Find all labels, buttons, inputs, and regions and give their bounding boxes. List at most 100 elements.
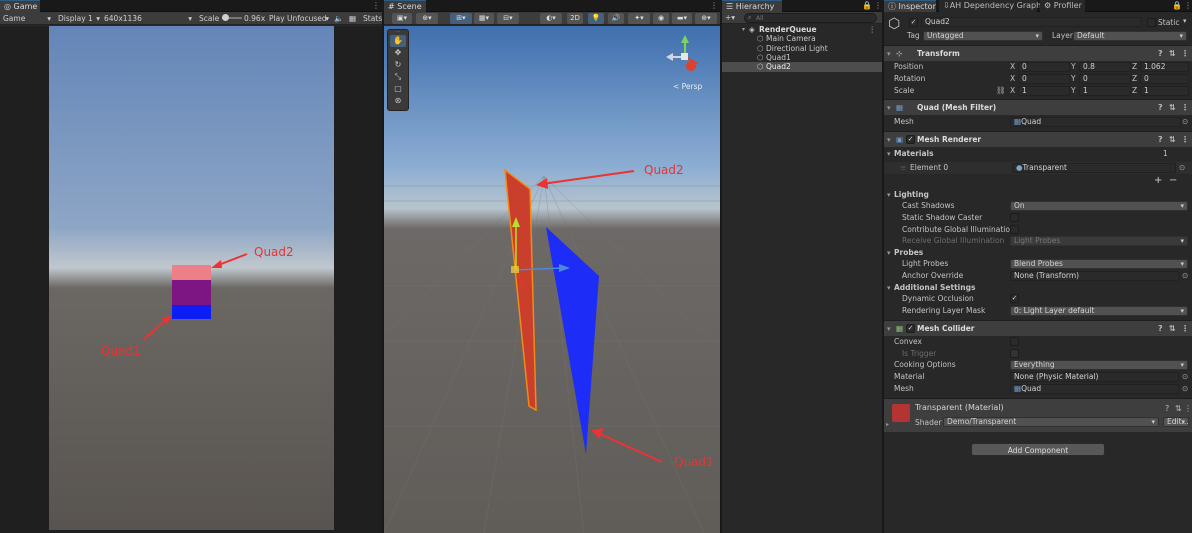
hierarchy-search-input[interactable] [756,14,866,22]
scene-viewport[interactable]: < Persp ⋯ ✋ ✥ ↻ ⤡ ▢ ⊛ Quad2 Quad1 [384,26,720,533]
increment-snap-button[interactable]: ⊟▾ [497,13,519,24]
hierarchy-item-directional-light[interactable]: ⬡ Directional Light [722,44,882,54]
mesh-collider-header[interactable]: ▾ ▦ ✓ Mesh Collider ? ⇅ ⋮ [884,320,1192,336]
lighting-toggle-icon[interactable]: 💡 [588,13,604,24]
gizmos-button[interactable]: ⊕▾ [695,13,717,24]
static-checkbox[interactable] [1147,18,1156,27]
object-picker-icon[interactable]: ⊙ [1179,162,1185,174]
tab-profiler[interactable]: ⚙ Profiler [1040,0,1085,12]
component-menu-icon[interactable]: ⋮ [1184,404,1192,413]
hand-tool-icon[interactable]: ✋ [390,35,406,47]
audio-toggle-icon[interactable]: 🔊 [608,13,624,24]
tab-ah-dependency-graph[interactable]: ⇩AH Dependency Graph [939,0,1041,12]
mesh-object-field[interactable]: ▦Quad [1010,117,1181,127]
mesh-renderer-enabled-checkbox[interactable]: ✓ [906,135,915,144]
light-probes-dropdown[interactable]: Blend Probes [1010,259,1188,269]
object-picker-icon[interactable]: ⊙ [1182,116,1188,128]
scene-menu-icon[interactable]: ⋮ [710,0,718,12]
preset-icon[interactable]: ⇅ [1169,100,1176,116]
collider-material-field[interactable]: None (Physic Material) [1010,372,1179,382]
collider-mesh-field[interactable]: ▦Quad [1010,384,1179,394]
scene-quad1-fill[interactable] [546,227,599,454]
create-object-button[interactable]: +▾ [725,12,735,24]
help-icon[interactable]: ? [1158,321,1163,337]
cooking-options-dropdown[interactable]: Everything [1010,360,1188,370]
add-component-button[interactable]: Add Component [971,443,1105,456]
preset-icon[interactable]: ⇅ [1175,404,1182,413]
hierarchy-menu-icon[interactable]: ⋮ [874,0,882,12]
rotation-x-field[interactable]: 0 [1018,74,1070,84]
shader-dropdown[interactable]: Demo/Transparent [943,417,1159,427]
anchor-override-field[interactable]: None (Transform) [1010,271,1179,281]
scale-x-field[interactable]: 1 [1018,86,1070,96]
help-icon[interactable]: ? [1158,100,1163,116]
component-menu-icon[interactable]: ⋮ [1181,132,1189,148]
mesh-collider-enabled-checkbox[interactable]: ✓ [906,324,915,333]
hierarchy-item-quad2[interactable]: ⬡ Quad2 [722,62,882,72]
convex-checkbox[interactable] [1010,337,1019,346]
component-menu-icon[interactable]: ⋮ [1181,46,1189,62]
toggle-2d-button[interactable]: 2D [567,13,583,24]
material-foldout-icon[interactable]: ▸ [886,421,889,428]
static-shadow-caster-checkbox[interactable] [1010,213,1019,222]
help-icon[interactable]: ? [1165,404,1169,413]
remove-element-button[interactable]: − [1169,175,1177,186]
object-active-checkbox[interactable]: ✓ [909,18,918,27]
tab-hierarchy[interactable]: ☰ Hierarchy [722,0,782,12]
hidden-objects-icon[interactable]: ◉ [653,13,669,24]
mesh-renderer-header[interactable]: ▾ ▣ ✓ Mesh Renderer ? ⇅ ⋮ [884,131,1192,147]
persp-label[interactable]: < Persp [673,82,702,91]
inspector-lock-icon[interactable]: 🔒 [1172,0,1182,12]
position-z-field[interactable]: 1.062 [1140,62,1189,72]
component-menu-icon[interactable]: ⋮ [1181,321,1189,337]
material-object-field[interactable]: ●Transparent [1012,163,1176,173]
cast-shadows-dropdown[interactable]: On [1010,201,1188,211]
tab-inspector[interactable]: ⓘ Inspector [884,0,936,12]
snap-button[interactable]: ⊞▾ [450,13,472,24]
position-x-field[interactable]: 0 [1018,62,1070,72]
preset-icon[interactable]: ⇅ [1169,132,1176,148]
effects-toggle-icon[interactable]: ✦▾ [628,13,650,24]
draw-mode-button[interactable]: ▣▾ [392,13,412,24]
reorder-handle-icon[interactable]: ≡ [900,162,906,174]
constrain-proportions-icon[interactable]: ⛓ [996,85,1006,97]
scene-view-button[interactable]: ⊕▾ [416,13,438,24]
hierarchy-search[interactable]: ⌕ [744,13,877,23]
rotation-z-field[interactable]: 0 [1140,74,1189,84]
camera-settings-icon[interactable]: ▬▾ [672,13,692,24]
materials-count[interactable]: 1 [1163,148,1168,160]
contribute-gi-checkbox[interactable] [1010,225,1019,234]
shader-edit-button[interactable]: Edit... [1163,417,1189,427]
hierarchy-lock-icon[interactable]: 🔒 [862,0,872,12]
move-tool-icon[interactable]: ✥ [388,47,408,59]
rotation-y-field[interactable]: 0 [1079,74,1131,84]
tab-scene[interactable]: # Scene [384,0,426,12]
rotate-tool-icon[interactable]: ↻ [388,59,408,71]
object-picker-icon[interactable]: ⊙ [1182,383,1188,395]
help-icon[interactable]: ? [1158,46,1163,62]
grid-button[interactable]: ▦▾ [474,13,494,24]
object-name-field[interactable]: Quad2 [921,17,1142,27]
add-element-button[interactable]: + [1154,175,1162,186]
layer-dropdown[interactable]: Default [1073,31,1187,41]
scale-z-field[interactable]: 1 [1140,86,1189,96]
render-mode-button[interactable]: ◐▾ [540,13,562,24]
move-gizmo-center[interactable] [511,266,519,273]
material-preview-swatch[interactable] [892,404,910,422]
tag-dropdown[interactable]: Untagged [923,31,1043,41]
component-menu-icon[interactable]: ⋮ [1181,100,1189,116]
help-icon[interactable]: ? [1158,132,1163,148]
static-dropdown-icon[interactable]: ▾ [1183,17,1187,25]
rendering-layer-dropdown[interactable]: 0: Light Layer default [1010,306,1188,316]
object-picker-icon[interactable]: ⊙ [1182,270,1188,282]
materials-row[interactable]: ▾ Materials 1 [884,148,1192,160]
mesh-filter-header[interactable]: ▾ ▦ Quad (Mesh Filter) ? ⇅ ⋮ [884,99,1192,115]
preset-icon[interactable]: ⇅ [1169,46,1176,62]
position-y-field[interactable]: 0.8 [1079,62,1131,72]
scale-y-field[interactable]: 1 [1079,86,1131,96]
hierarchy-item-main-camera[interactable]: ⬡ Main Camera [722,34,882,44]
inspector-menu-icon[interactable]: ⋮ [1184,0,1192,12]
scene-quad2-fill[interactable] [505,170,536,410]
object-picker-icon[interactable]: ⊙ [1182,371,1188,383]
rect-tool-icon[interactable]: ▢ [388,83,408,95]
